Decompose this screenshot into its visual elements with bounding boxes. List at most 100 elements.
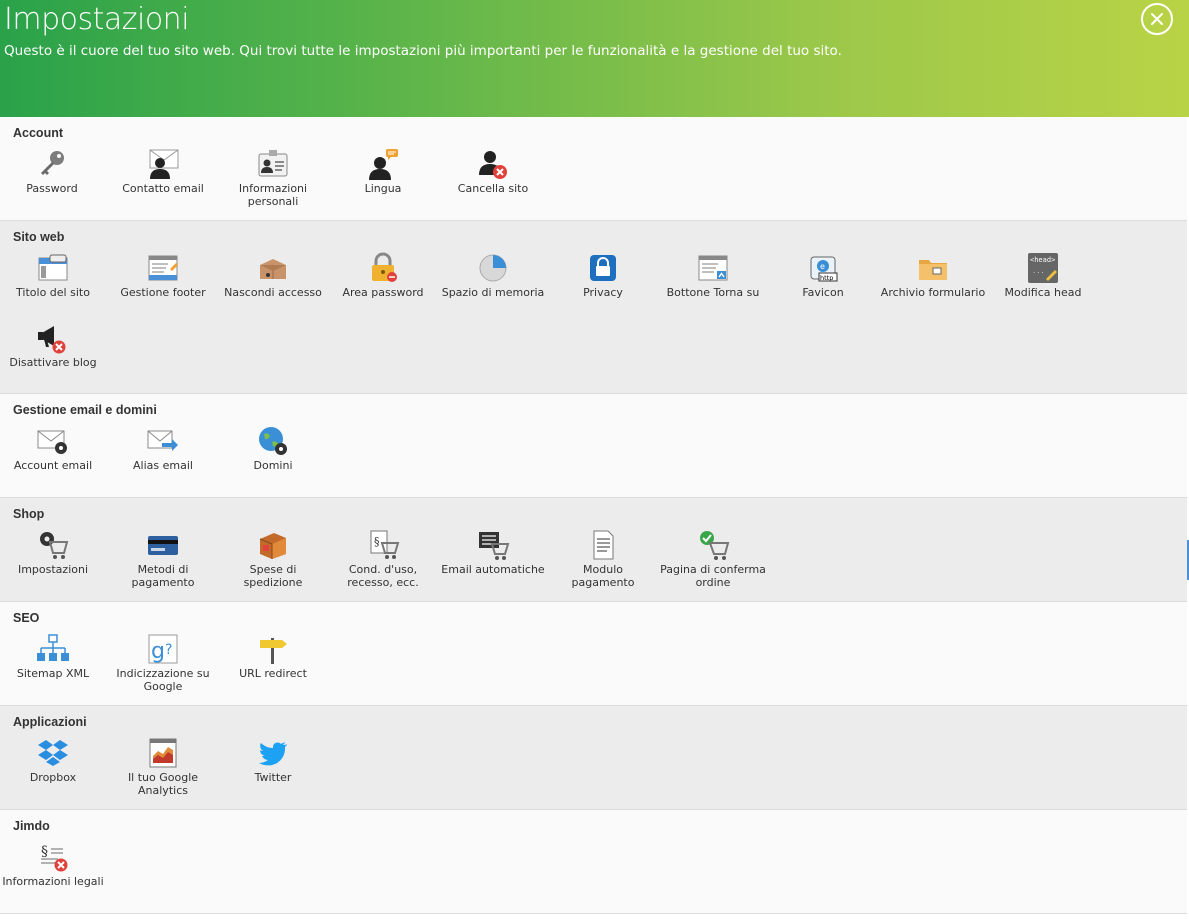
- setting-condizioni-uso[interactable]: § Cond. d'uso, recesso, ecc.: [328, 528, 438, 589]
- setting-gestione-footer[interactable]: Gestione footer: [108, 251, 218, 299]
- analytics-icon: [149, 738, 177, 768]
- setting-shop-impostazioni[interactable]: Impostazioni: [0, 528, 108, 576]
- svg-text:e: e: [820, 262, 825, 271]
- setting-contatto-email[interactable]: Contatto email: [108, 147, 218, 195]
- section-title-sito-web: Sito web: [13, 230, 65, 244]
- svg-text:§: §: [374, 535, 380, 548]
- setting-modifica-head[interactable]: <head> ... Modifica head: [988, 251, 1098, 299]
- setting-label: Contatto email: [122, 182, 204, 195]
- mail-gear-icon: [37, 430, 67, 454]
- setting-informazioni-personali[interactable]: Informazioni personali: [218, 147, 328, 208]
- setting-label: Spese di spedizione: [243, 563, 303, 589]
- setting-label: Disattivare blog: [9, 356, 97, 369]
- setting-label: Favicon: [802, 286, 844, 299]
- setting-label: Account email: [13, 459, 93, 472]
- user-language-icon: [369, 149, 398, 180]
- setting-metodi-di-pagamento[interactable]: Metodi di pagamento: [108, 528, 218, 589]
- document-icon: [593, 530, 614, 560]
- settings-header: Impostazioni Questo è il cuore del tuo s…: [0, 0, 1189, 117]
- setting-label: Modifica head: [1004, 286, 1082, 299]
- section-title-account: Account: [13, 126, 63, 140]
- globe-gear-icon: [259, 427, 287, 455]
- setting-label: Indicizzazione su Google: [116, 667, 210, 693]
- setting-label: Privacy: [583, 286, 623, 299]
- setting-url-redirect[interactable]: URL redirect: [218, 632, 328, 680]
- setting-privacy[interactable]: Privacy: [548, 251, 658, 299]
- setting-cancella-sito[interactable]: Cancella sito: [438, 147, 548, 195]
- setting-pagina-conferma-ordine[interactable]: Pagina di conferma ordine: [658, 528, 768, 589]
- id-card-icon: [258, 150, 288, 177]
- mail-forward-icon: [147, 430, 178, 451]
- section-sito-web: Sito web Titolo del sito Gestione footer: [0, 221, 1187, 394]
- setting-area-password[interactable]: Area password: [328, 251, 438, 299]
- section-applicazioni: Applicazioni Dropbox Il tuo Google Analy…: [0, 706, 1187, 810]
- setting-email-automatiche[interactable]: Email automatiche: [438, 528, 548, 576]
- svg-text:...: ...: [1032, 267, 1045, 275]
- setting-spazio-di-memoria[interactable]: Spazio di memoria: [438, 251, 548, 299]
- google-search-icon: g ?: [148, 634, 178, 664]
- setting-informazioni-legali[interactable]: § Informazioni legali: [0, 840, 108, 888]
- setting-account-email[interactable]: Account email: [0, 424, 108, 472]
- pie-chart-icon: [479, 254, 507, 282]
- setting-spese-di-spedizione[interactable]: Spese di spedizione: [218, 528, 328, 589]
- lock-icon: [372, 252, 397, 282]
- legal-delete-icon: §: [41, 844, 68, 872]
- cart-email-icon: [479, 532, 510, 560]
- head-code-icon: <head> ...: [1028, 253, 1058, 283]
- dropbox-icon: [38, 740, 68, 766]
- setting-label: Cond. d'uso, recesso, ecc.: [347, 563, 419, 589]
- setting-domini[interactable]: Domini: [218, 424, 328, 472]
- section-title-applicazioni: Applicazioni: [13, 715, 87, 729]
- setting-modulo-pagamento[interactable]: Modulo pagamento: [548, 528, 658, 589]
- setting-dropbox[interactable]: Dropbox: [0, 736, 108, 784]
- footer-icon: [148, 255, 178, 281]
- setting-alias-email[interactable]: Alias email: [108, 424, 218, 472]
- cart-gear-icon: [40, 532, 69, 559]
- setting-sitemap-xml[interactable]: Sitemap XML: [0, 632, 108, 680]
- setting-label: Informazioni personali: [238, 182, 308, 208]
- setting-label: Nascondi accesso: [224, 286, 322, 299]
- setting-label: Twitter: [254, 771, 292, 784]
- setting-twitter[interactable]: Twitter: [218, 736, 328, 784]
- setting-label: Dropbox: [29, 771, 77, 784]
- close-button[interactable]: [1141, 3, 1173, 35]
- setting-label: Il tuo Google Analytics: [127, 771, 199, 797]
- key-icon: [41, 151, 64, 175]
- setting-label: Informazioni legali: [2, 875, 104, 888]
- setting-password[interactable]: Password: [0, 147, 107, 195]
- window-title-icon: [38, 254, 68, 281]
- setting-label: Archivio formulario: [880, 286, 986, 299]
- setting-label: Alias email: [133, 459, 193, 472]
- credit-card-icon: [148, 536, 178, 555]
- back-to-top-icon: [698, 255, 728, 281]
- setting-label: Gestione footer: [120, 286, 206, 299]
- privacy-lock-icon: [590, 255, 616, 281]
- svg-text:<head>: <head>: [1030, 256, 1055, 264]
- section-seo: SEO Sitemap XML g ? Indicizzazione su Go…: [0, 602, 1187, 706]
- svg-text:?: ?: [165, 642, 172, 658]
- setting-archivio-formulario[interactable]: Archivio formulario: [878, 251, 988, 299]
- setting-lingua[interactable]: Lingua: [328, 147, 438, 195]
- setting-google-analytics[interactable]: Il tuo Google Analytics: [108, 736, 218, 797]
- setting-titolo-del-sito[interactable]: Titolo del sito: [0, 251, 108, 299]
- setting-nascondi-accesso[interactable]: Nascondi accesso: [218, 251, 328, 299]
- setting-disattivare-blog[interactable]: Disattivare blog: [0, 321, 108, 369]
- setting-label: URL redirect: [239, 667, 307, 680]
- cart-terms-icon: §: [370, 530, 400, 559]
- signpost-icon: [260, 638, 287, 664]
- setting-bottone-torna-su[interactable]: Bottone Torna su: [658, 251, 768, 299]
- cart-check-icon: [700, 531, 730, 560]
- setting-indicizzazione-google[interactable]: g ? Indicizzazione su Google: [108, 632, 218, 693]
- setting-favicon[interactable]: e http Favicon: [768, 251, 878, 299]
- setting-label: Lingua: [364, 182, 402, 195]
- setting-label: Pagina di conferma ordine: [660, 563, 766, 589]
- section-shop: Shop Impostazioni Metodi di pagamento Sp…: [0, 498, 1187, 602]
- setting-label: Bottone Torna su: [666, 286, 760, 299]
- page-subtitle: Questo è il cuore del tuo sito web. Qui …: [4, 43, 842, 59]
- setting-label: Area password: [342, 286, 424, 299]
- section-title-jimdo: Jimdo: [13, 819, 50, 833]
- section-title-seo: SEO: [13, 611, 40, 625]
- parcel-icon: [259, 533, 286, 559]
- section-account: Account Password Contatto email Informaz…: [0, 117, 1187, 221]
- svg-text:§: §: [41, 844, 48, 860]
